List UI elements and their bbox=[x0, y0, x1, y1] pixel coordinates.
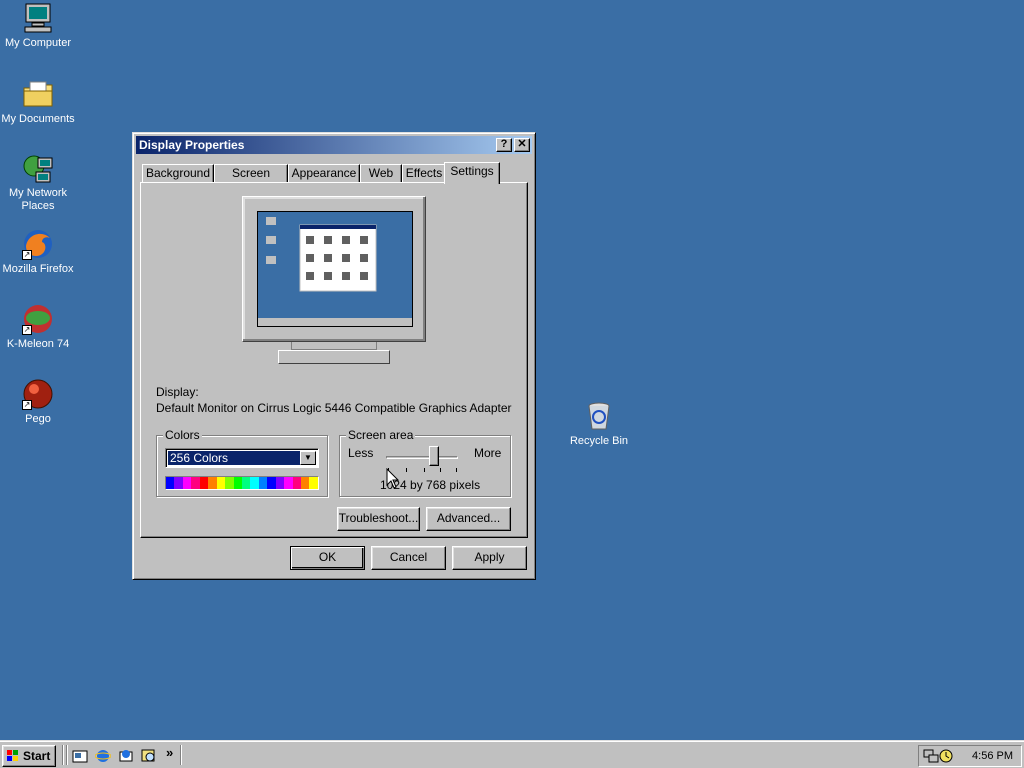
desktop-icon-my-documents[interactable]: My Documents bbox=[0, 78, 76, 126]
tab-effects[interactable]: Effects bbox=[402, 164, 446, 182]
pego-icon: ↗ bbox=[22, 378, 54, 410]
preview-screen bbox=[257, 211, 413, 327]
slider-tick bbox=[424, 468, 425, 472]
desktop-icon-label: Recycle Bin bbox=[569, 435, 629, 447]
desktop-icon-mozilla-firefox[interactable]: ↗ Mozilla Firefox bbox=[0, 228, 76, 276]
help-button[interactable]: ? bbox=[496, 138, 512, 152]
computer-icon bbox=[22, 2, 54, 34]
desktop-icon-my-computer[interactable]: My Computer bbox=[0, 2, 76, 50]
screen-area-slider-track[interactable] bbox=[386, 456, 458, 459]
folder-icon bbox=[22, 78, 54, 110]
shortcut-arrow-icon: ↗ bbox=[22, 400, 32, 410]
colors-group: Colors 256 Colors ▼ bbox=[156, 428, 328, 497]
close-button[interactable]: ✕ bbox=[514, 138, 530, 152]
less-label: Less bbox=[348, 446, 374, 460]
advanced-button[interactable]: Advanced... bbox=[426, 507, 511, 531]
chevron-down-icon[interactable]: ▼ bbox=[300, 451, 316, 465]
desktop-icon-my-network-places[interactable]: My Network Places bbox=[0, 152, 76, 213]
desktop-icon-recycle-bin[interactable]: Recycle Bin bbox=[561, 400, 637, 448]
more-label: More bbox=[474, 446, 502, 460]
mouse-cursor-icon bbox=[386, 468, 400, 489]
desktop-icon-label: Pego bbox=[25, 413, 51, 425]
ok-button[interactable]: OK bbox=[290, 546, 365, 570]
quick-launch-more-button[interactable]: » bbox=[166, 745, 173, 760]
clock[interactable]: 4:56 PM bbox=[972, 750, 1013, 762]
desktop-icon-label: My Documents bbox=[1, 113, 75, 125]
network-tray-icon[interactable] bbox=[923, 749, 939, 763]
windows-logo-icon bbox=[7, 750, 18, 761]
tab-web[interactable]: Web bbox=[360, 164, 402, 182]
screen-area-slider-thumb[interactable] bbox=[428, 446, 439, 466]
tab-settings[interactable]: Settings bbox=[444, 162, 500, 184]
scheduler-tray-icon[interactable] bbox=[939, 749, 953, 763]
k-meleon-icon: ↗ bbox=[22, 303, 54, 335]
apply-button[interactable]: Apply bbox=[452, 546, 527, 570]
slider-tick bbox=[440, 468, 441, 472]
firefox-icon: ↗ bbox=[22, 228, 54, 260]
desktop-icon-label: Mozilla Firefox bbox=[2, 263, 74, 275]
taskbar-separator bbox=[66, 745, 68, 765]
shortcut-arrow-icon: ↗ bbox=[22, 250, 32, 260]
desktop-icon-k-meleon[interactable]: ↗ K-Meleon 74 bbox=[0, 303, 76, 351]
show-desktop-icon[interactable] bbox=[72, 748, 88, 764]
screen-area-group-label: Screen area bbox=[346, 428, 416, 442]
taskbar-separator bbox=[180, 745, 182, 765]
window-title: Display Properties bbox=[139, 138, 245, 152]
colors-dropdown[interactable]: 256 Colors ▼ bbox=[165, 448, 319, 468]
desktop-icon-pego[interactable]: ↗ Pego bbox=[0, 378, 76, 426]
slider-tick bbox=[456, 468, 457, 472]
tab-screen-saver[interactable]: Screen Saver bbox=[214, 164, 288, 197]
tab-background[interactable]: Background bbox=[142, 164, 214, 182]
internet-explorer-icon[interactable] bbox=[95, 748, 111, 764]
start-label: Start bbox=[23, 749, 51, 763]
taskbar-separator bbox=[62, 745, 64, 765]
monitor-base bbox=[278, 350, 390, 364]
slider-tick bbox=[406, 468, 407, 472]
outlook-express-icon[interactable] bbox=[118, 748, 134, 764]
display-adapter-text: Default Monitor on Cirrus Logic 5446 Com… bbox=[156, 401, 512, 415]
desktop-icon-label: K-Meleon 74 bbox=[6, 338, 70, 350]
troubleshoot-button[interactable]: Troubleshoot... bbox=[337, 507, 420, 531]
display-label: Display: bbox=[156, 385, 199, 399]
screen-area-group: Screen area Less More 1024 by 768 pixels bbox=[339, 428, 511, 497]
search-icon[interactable] bbox=[141, 748, 157, 764]
system-tray: 4:56 PM bbox=[918, 745, 1022, 767]
color-palette-bar bbox=[165, 476, 319, 490]
desktop-icon-label: My Network Places bbox=[8, 187, 68, 212]
desktop-icon-label: My Computer bbox=[4, 37, 72, 49]
title-bar[interactable]: Display Properties ? ✕ bbox=[136, 136, 532, 154]
monitor-preview bbox=[242, 196, 426, 342]
shortcut-arrow-icon: ↗ bbox=[22, 325, 32, 335]
network-icon bbox=[22, 152, 54, 184]
cancel-button[interactable]: Cancel bbox=[371, 546, 446, 570]
taskbar: Start » 4:56 PM bbox=[0, 740, 1024, 768]
colors-dropdown-value: 256 Colors bbox=[168, 451, 302, 465]
start-button[interactable]: Start bbox=[2, 745, 56, 767]
tab-appearance[interactable]: Appearance bbox=[288, 164, 360, 182]
recycle-bin-icon bbox=[583, 400, 615, 432]
colors-group-label: Colors bbox=[163, 428, 202, 442]
monitor-neck bbox=[291, 342, 377, 350]
